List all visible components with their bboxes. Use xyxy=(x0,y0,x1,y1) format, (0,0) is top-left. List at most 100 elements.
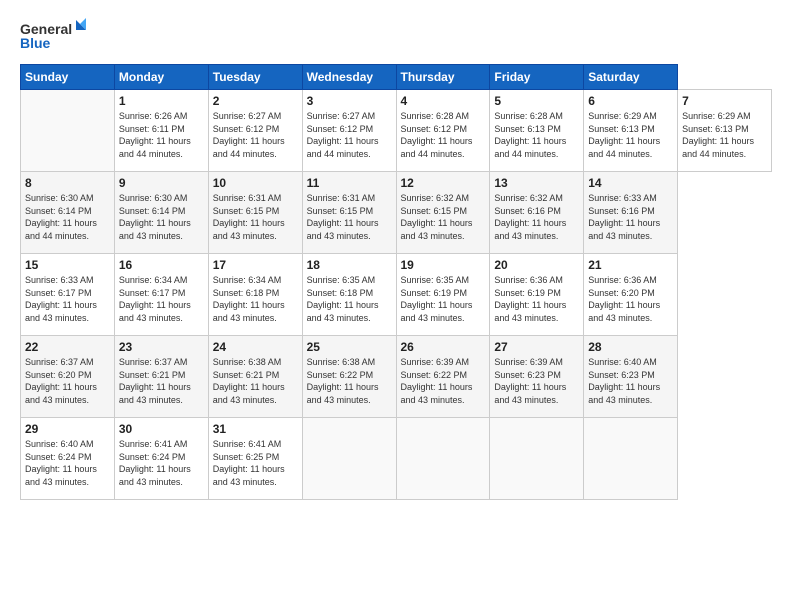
day-number: 4 xyxy=(401,94,486,108)
day-info: Sunrise: 6:29 AMSunset: 6:13 PMDaylight:… xyxy=(588,110,673,160)
calendar-week-4: 22 Sunrise: 6:37 AMSunset: 6:20 PMDayligh… xyxy=(21,336,772,418)
calendar-cell: 26 Sunrise: 6:39 AMSunset: 6:22 PMDayligh… xyxy=(396,336,490,418)
logo: General Blue xyxy=(20,18,90,54)
day-info: Sunrise: 6:40 AMSunset: 6:23 PMDaylight:… xyxy=(588,356,673,406)
calendar-week-3: 15Sunrise: 6:33 AMSunset: 6:17 PMDayligh… xyxy=(21,254,772,336)
calendar-cell xyxy=(396,418,490,500)
day-number: 2 xyxy=(213,94,298,108)
calendar-cell: 29 Sunrise: 6:40 AMSunset: 6:24 PMDayligh… xyxy=(21,418,115,500)
day-number: 28 xyxy=(588,340,673,354)
day-info: Sunrise: 6:39 AMSunset: 6:22 PMDaylight:… xyxy=(401,356,486,406)
day-info: Sunrise: 6:37 AMSunset: 6:20 PMDaylight:… xyxy=(25,356,110,406)
day-info: Sunrise: 6:36 AMSunset: 6:19 PMDaylight:… xyxy=(494,274,579,324)
day-info: Sunrise: 6:39 AMSunset: 6:23 PMDaylight:… xyxy=(494,356,579,406)
calendar-table: SundayMondayTuesdayWednesdayThursdayFrid… xyxy=(20,64,772,500)
calendar-cell: 12 Sunrise: 6:32 AMSunset: 6:15 PMDayligh… xyxy=(396,172,490,254)
day-number: 12 xyxy=(401,176,486,190)
calendar-cell: 11Sunrise: 6:31 AMSunset: 6:15 PMDayligh… xyxy=(302,172,396,254)
day-number: 26 xyxy=(401,340,486,354)
calendar-cell xyxy=(21,90,115,172)
calendar-cell: 27 Sunrise: 6:39 AMSunset: 6:23 PMDayligh… xyxy=(490,336,584,418)
day-info: Sunrise: 6:31 AMSunset: 6:15 PMDaylight:… xyxy=(213,192,298,242)
day-info: Sunrise: 6:26 AMSunset: 6:11 PMDaylight:… xyxy=(119,110,204,160)
day-number: 11 xyxy=(307,176,392,190)
calendar-cell: 20 Sunrise: 6:36 AMSunset: 6:19 PMDayligh… xyxy=(490,254,584,336)
day-header-sunday: Sunday xyxy=(21,65,115,90)
day-number: 7 xyxy=(682,94,767,108)
calendar-cell: 28 Sunrise: 6:40 AMSunset: 6:23 PMDayligh… xyxy=(584,336,678,418)
day-number: 9 xyxy=(119,176,204,190)
day-info: Sunrise: 6:32 AMSunset: 6:16 PMDaylight:… xyxy=(494,192,579,242)
calendar-cell: 22 Sunrise: 6:37 AMSunset: 6:20 PMDayligh… xyxy=(21,336,115,418)
day-number: 3 xyxy=(307,94,392,108)
day-number: 16 xyxy=(119,258,204,272)
day-header-monday: Monday xyxy=(114,65,208,90)
day-info: Sunrise: 6:29 AMSunset: 6:13 PMDaylight:… xyxy=(682,110,767,160)
day-number: 1 xyxy=(119,94,204,108)
calendar-cell: 24 Sunrise: 6:38 AMSunset: 6:21 PMDayligh… xyxy=(208,336,302,418)
day-info: Sunrise: 6:34 AMSunset: 6:18 PMDaylight:… xyxy=(213,274,298,324)
day-header-tuesday: Tuesday xyxy=(208,65,302,90)
day-number: 22 xyxy=(25,340,110,354)
day-number: 29 xyxy=(25,422,110,436)
calendar-cell: 23Sunrise: 6:37 AMSunset: 6:21 PMDayligh… xyxy=(114,336,208,418)
day-number: 20 xyxy=(494,258,579,272)
day-number: 18 xyxy=(307,258,392,272)
day-info: Sunrise: 6:40 AMSunset: 6:24 PMDaylight:… xyxy=(25,438,110,488)
day-info: Sunrise: 6:35 AMSunset: 6:19 PMDaylight:… xyxy=(401,274,486,324)
day-number: 30 xyxy=(119,422,204,436)
calendar-cell: 14Sunrise: 6:33 AMSunset: 6:16 PMDayligh… xyxy=(584,172,678,254)
day-info: Sunrise: 6:28 AMSunset: 6:13 PMDaylight:… xyxy=(494,110,579,160)
calendar-cell: 6 Sunrise: 6:29 AMSunset: 6:13 PMDaylight… xyxy=(584,90,678,172)
calendar-cell: 19 Sunrise: 6:35 AMSunset: 6:19 PMDayligh… xyxy=(396,254,490,336)
calendar-cell: 13 Sunrise: 6:32 AMSunset: 6:16 PMDayligh… xyxy=(490,172,584,254)
calendar-cell xyxy=(302,418,396,500)
day-info: Sunrise: 6:28 AMSunset: 6:12 PMDaylight:… xyxy=(401,110,486,160)
day-number: 25 xyxy=(307,340,392,354)
day-info: Sunrise: 6:35 AMSunset: 6:18 PMDaylight:… xyxy=(307,274,392,324)
day-number: 10 xyxy=(213,176,298,190)
svg-text:Blue: Blue xyxy=(20,35,51,51)
calendar-cell: 7 Sunrise: 6:29 AMSunset: 6:13 PMDaylight… xyxy=(678,90,772,172)
day-info: Sunrise: 6:41 AMSunset: 6:24 PMDaylight:… xyxy=(119,438,204,488)
day-header-wednesday: Wednesday xyxy=(302,65,396,90)
calendar-cell: 21 Sunrise: 6:36 AMSunset: 6:20 PMDayligh… xyxy=(584,254,678,336)
day-header-saturday: Saturday xyxy=(584,65,678,90)
calendar-cell: 4 Sunrise: 6:28 AMSunset: 6:12 PMDaylight… xyxy=(396,90,490,172)
day-info: Sunrise: 6:30 AMSunset: 6:14 PMDaylight:… xyxy=(119,192,204,242)
day-number: 19 xyxy=(401,258,486,272)
day-number: 21 xyxy=(588,258,673,272)
calendar-cell xyxy=(490,418,584,500)
calendar-cell: 17 Sunrise: 6:34 AMSunset: 6:18 PMDayligh… xyxy=(208,254,302,336)
day-info: Sunrise: 6:30 AMSunset: 6:14 PMDaylight:… xyxy=(25,192,110,242)
page: General Blue SundayMondayTuesdayWednesda… xyxy=(0,0,792,612)
header: General Blue xyxy=(20,18,772,54)
day-number: 31 xyxy=(213,422,298,436)
day-info: Sunrise: 6:36 AMSunset: 6:20 PMDaylight:… xyxy=(588,274,673,324)
day-number: 17 xyxy=(213,258,298,272)
calendar-cell: 9 Sunrise: 6:30 AMSunset: 6:14 PMDaylight… xyxy=(114,172,208,254)
calendar-header-row: SundayMondayTuesdayWednesdayThursdayFrid… xyxy=(21,65,772,90)
day-info: Sunrise: 6:32 AMSunset: 6:15 PMDaylight:… xyxy=(401,192,486,242)
calendar-cell: 8Sunrise: 6:30 AMSunset: 6:14 PMDaylight… xyxy=(21,172,115,254)
day-header-friday: Friday xyxy=(490,65,584,90)
day-info: Sunrise: 6:38 AMSunset: 6:21 PMDaylight:… xyxy=(213,356,298,406)
calendar-cell xyxy=(584,418,678,500)
day-number: 24 xyxy=(213,340,298,354)
calendar-cell: 1 Sunrise: 6:26 AMSunset: 6:11 PMDaylight… xyxy=(114,90,208,172)
day-number: 15 xyxy=(25,258,110,272)
day-number: 27 xyxy=(494,340,579,354)
day-header-thursday: Thursday xyxy=(396,65,490,90)
calendar-cell: 5Sunrise: 6:28 AMSunset: 6:13 PMDaylight… xyxy=(490,90,584,172)
calendar-cell: 18 Sunrise: 6:35 AMSunset: 6:18 PMDayligh… xyxy=(302,254,396,336)
calendar-cell: 10 Sunrise: 6:31 AMSunset: 6:15 PMDayligh… xyxy=(208,172,302,254)
day-number: 13 xyxy=(494,176,579,190)
day-info: Sunrise: 6:38 AMSunset: 6:22 PMDaylight:… xyxy=(307,356,392,406)
calendar-cell: 25 Sunrise: 6:38 AMSunset: 6:22 PMDayligh… xyxy=(302,336,396,418)
calendar-cell: 30 Sunrise: 6:41 AMSunset: 6:24 PMDayligh… xyxy=(114,418,208,500)
calendar-week-1: 1 Sunrise: 6:26 AMSunset: 6:11 PMDaylight… xyxy=(21,90,772,172)
day-number: 14 xyxy=(588,176,673,190)
calendar-cell: 31Sunrise: 6:41 AMSunset: 6:25 PMDayligh… xyxy=(208,418,302,500)
day-info: Sunrise: 6:27 AMSunset: 6:12 PMDaylight:… xyxy=(213,110,298,160)
day-number: 6 xyxy=(588,94,673,108)
